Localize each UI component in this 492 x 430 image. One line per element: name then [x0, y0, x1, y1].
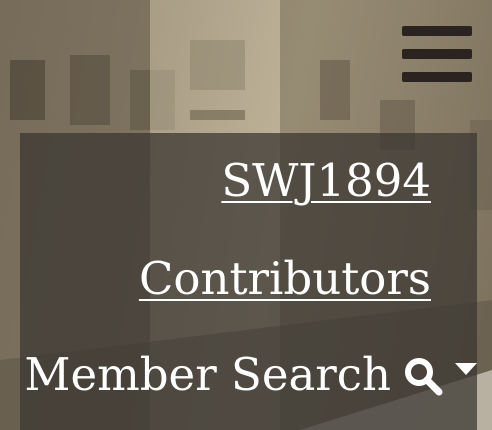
hamburger-bar: [402, 49, 472, 59]
menu-item-swj1894[interactable]: SWJ1894: [221, 155, 431, 207]
hamburger-bar: [402, 26, 472, 36]
member-search-label: Member Search: [24, 348, 391, 401]
hamburger-menu-button[interactable]: [402, 26, 472, 84]
hamburger-bar: [402, 72, 472, 82]
search-icon: [403, 355, 443, 396]
menu-item-member-search[interactable]: Member Search: [24, 349, 477, 401]
nav-dropdown-menu: SWJ1894 Contributors Member Search: [20, 133, 477, 430]
caret-down-icon[interactable]: [455, 363, 477, 375]
menu-item-contributors[interactable]: Contributors: [139, 253, 431, 305]
